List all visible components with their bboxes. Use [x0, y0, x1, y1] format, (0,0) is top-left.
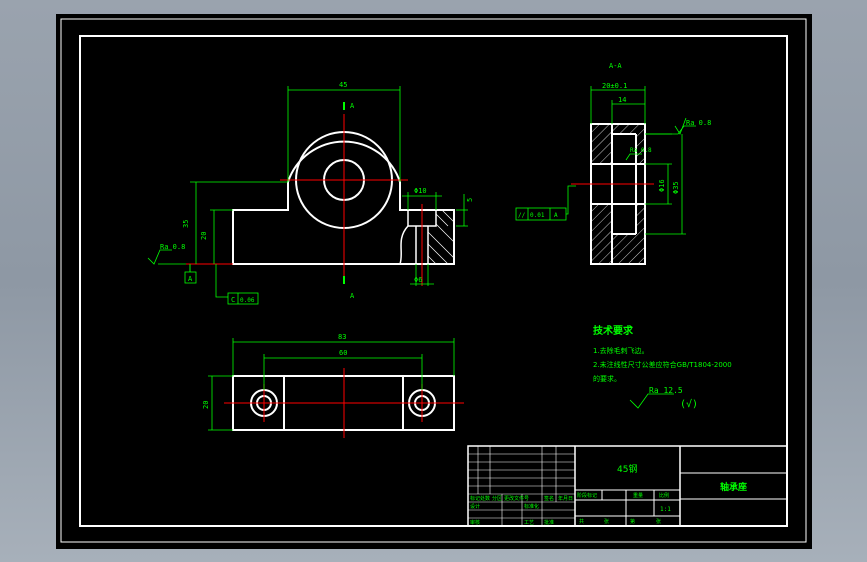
- roughness-front: Ra 0.8: [160, 243, 185, 251]
- dim-base-height: 20: [200, 232, 208, 240]
- dim-front-width: 45: [339, 81, 347, 89]
- c-value: 0.06: [240, 297, 255, 304]
- tb-label-design: 设计: [470, 503, 480, 510]
- c-symbol: C: [231, 296, 235, 304]
- dim-slot-depth: 5: [466, 198, 474, 202]
- tb-material: 45钢: [617, 463, 637, 475]
- dim-top-length: 83: [338, 333, 346, 341]
- tb-label-weight: 重量: [633, 492, 643, 499]
- section-mark-top: A: [350, 102, 355, 110]
- tech-item-3: 的要求。: [593, 374, 621, 383]
- roughness-side-top: Ra 0.8: [686, 119, 711, 127]
- dim-side-bore: Φ35: [672, 181, 680, 194]
- dim-top-width: 20: [202, 401, 210, 409]
- dim-hole-spacing: 60: [339, 349, 347, 357]
- tb-label-scale: 比例: [659, 492, 669, 499]
- dim-side-width: 20±0.1: [602, 82, 627, 90]
- roughness-general-suffix: (√): [680, 398, 698, 410]
- tb-label-sheet1: 张: [604, 518, 609, 525]
- tb-scale-value: 1:1: [660, 506, 671, 513]
- roughness-general-symbol: [629, 393, 674, 409]
- tb-label-process: 工艺: [524, 520, 534, 526]
- tb-part-name: 轴承座: [720, 481, 747, 493]
- tb-label-zone: 分区: [492, 495, 502, 502]
- drawing-border: [79, 35, 788, 527]
- top-dimensions: [208, 338, 455, 431]
- parallel-datum: A: [554, 212, 558, 219]
- tb-label-sign: 签名: [544, 495, 554, 502]
- datum-letter: A: [188, 275, 193, 283]
- tech-item-2: 2.未注线性尺寸公差应符合GB/T1804-2000: [593, 360, 732, 369]
- roughness-general: Ra 12.5: [649, 386, 683, 395]
- tb-label-no: 第: [630, 518, 635, 525]
- top-centerlines: [224, 368, 464, 438]
- parallel-value: 0.01: [530, 212, 545, 219]
- dim-side-inner: 14: [618, 96, 626, 104]
- front-hatch: [427, 209, 455, 265]
- section-label: A-A: [609, 62, 622, 70]
- cad-viewport[interactable]: A A 45 35 20 Φ10 5 Φ6 Ra 0.8 A C 0.06 A-…: [56, 14, 812, 549]
- tb-label-review: 审核: [470, 519, 480, 526]
- drawing-sheet: A A 45 35 20 Φ10 5 Φ6 Ra 0.8 A C 0.06 A-…: [60, 18, 807, 543]
- title-block-grid: [468, 446, 575, 526]
- outer-frame: [60, 18, 807, 543]
- roughness-side-bore: Ra 0.8: [630, 147, 652, 154]
- dim-hole-dia-small: Φ6: [414, 276, 422, 284]
- tech-heading: 技术要求: [593, 324, 634, 337]
- tb-label-total: 共: [579, 518, 584, 525]
- tb-label-mark: 标记: [470, 495, 480, 502]
- tech-item-1: 1.去除毛刺飞边。: [593, 346, 649, 355]
- dim-side-height: Φ16: [658, 179, 666, 192]
- dim-hole-dia: Φ10: [414, 187, 427, 195]
- dim-total-height: 35: [182, 220, 190, 228]
- tb-label-sheet2: 张: [656, 518, 661, 525]
- tb-label-approve: 批准: [544, 519, 554, 526]
- side-view: [590, 123, 646, 265]
- tb-label-stage: 阶段标记: [577, 492, 597, 499]
- parallel-symbol: //: [518, 212, 526, 219]
- tb-label-std: 标准化: [524, 503, 539, 510]
- tb-label-date: 年月日: [558, 495, 573, 502]
- tb-label-change: 更改文件号: [504, 495, 529, 502]
- section-mark-bottom: A: [350, 292, 355, 300]
- break-line: [399, 225, 409, 265]
- tb-label-count: 处数: [480, 495, 490, 502]
